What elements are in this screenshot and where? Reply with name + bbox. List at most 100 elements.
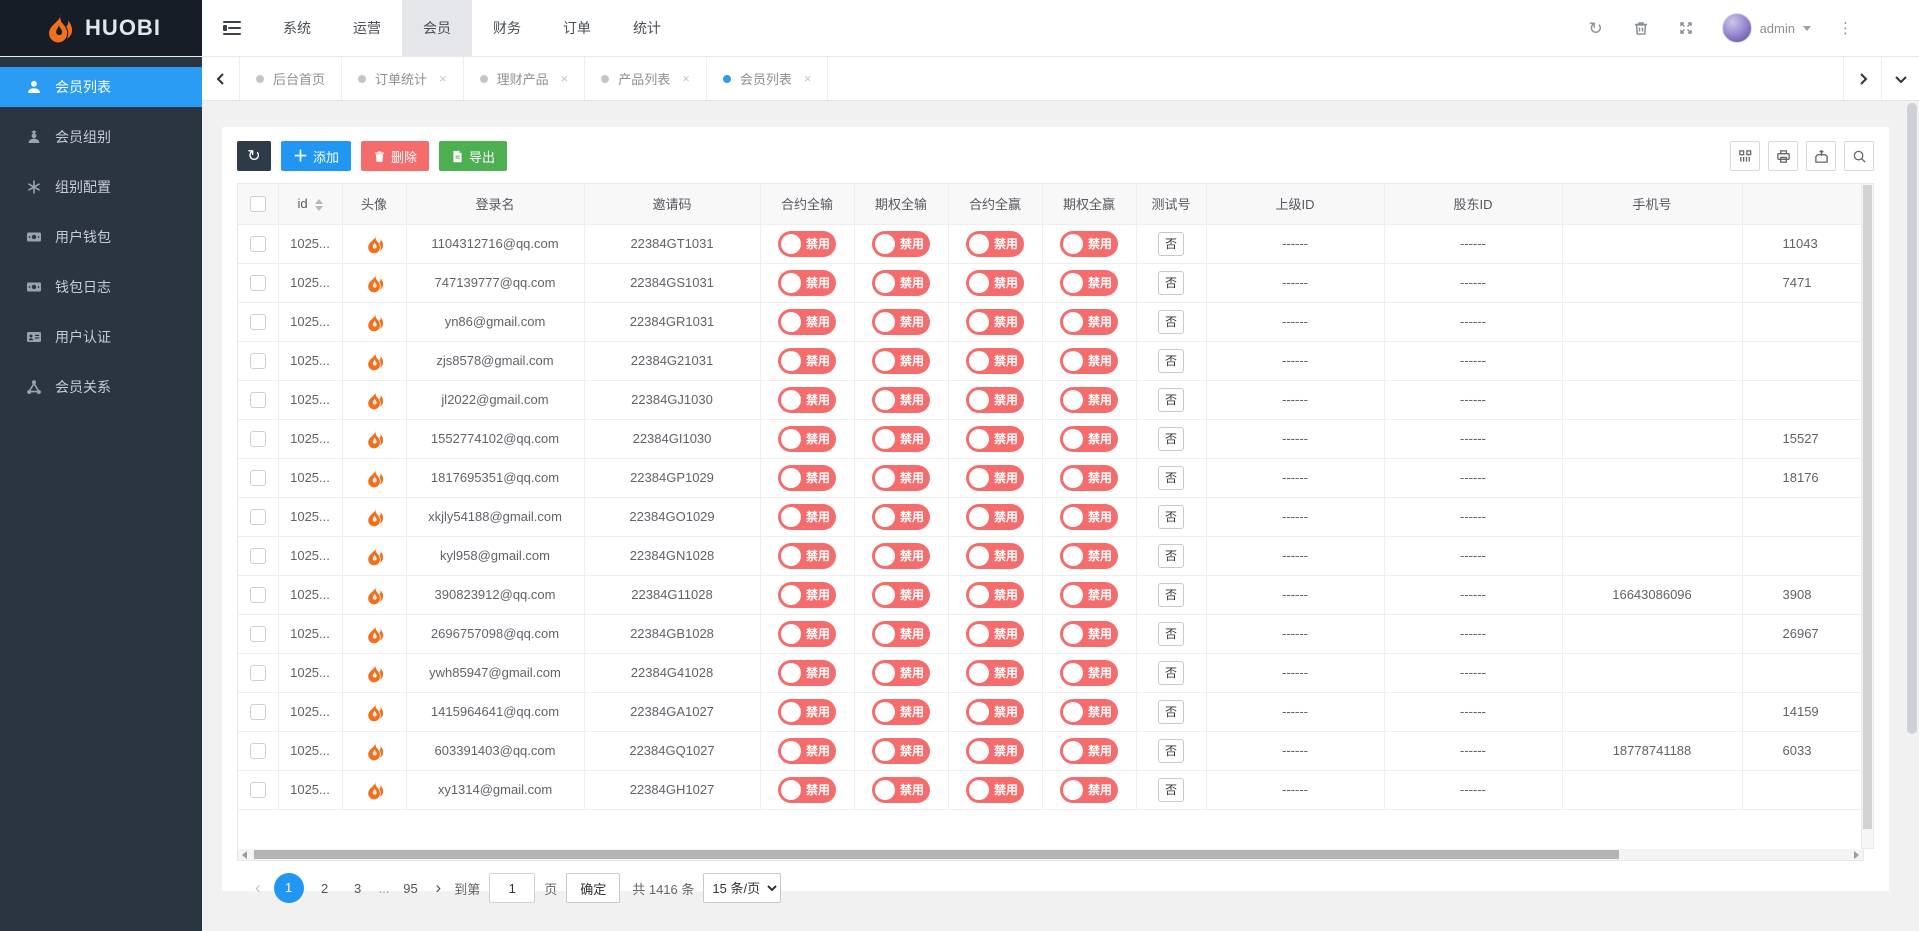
- columns-filter-button[interactable]: [1730, 141, 1760, 171]
- row-checkbox[interactable]: [250, 704, 266, 720]
- contract-win-toggle[interactable]: 禁用: [966, 465, 1024, 491]
- option-lose-toggle[interactable]: 禁用: [872, 426, 930, 452]
- contract-win-toggle[interactable]: 禁用: [966, 777, 1024, 803]
- option-lose-toggle[interactable]: 禁用: [872, 660, 930, 686]
- option-win-toggle[interactable]: 禁用: [1060, 738, 1118, 764]
- option-win-toggle[interactable]: 禁用: [1060, 309, 1118, 335]
- contract-win-toggle[interactable]: 禁用: [966, 387, 1024, 413]
- search-button[interactable]: [1844, 141, 1874, 171]
- option-win-toggle[interactable]: 禁用: [1060, 660, 1118, 686]
- contract-lose-toggle[interactable]: 禁用: [778, 738, 836, 764]
- test-account-button[interactable]: 否: [1158, 349, 1184, 373]
- contract-lose-toggle[interactable]: 禁用: [778, 465, 836, 491]
- row-checkbox[interactable]: [250, 509, 266, 525]
- option-win-toggle[interactable]: 禁用: [1060, 699, 1118, 725]
- option-win-toggle[interactable]: 禁用: [1060, 348, 1118, 374]
- contract-lose-toggle[interactable]: 禁用: [778, 660, 836, 686]
- select-all-checkbox[interactable]: [250, 196, 266, 212]
- table-horizontal-scrollbar[interactable]: [237, 849, 1864, 861]
- sidebar-item-user-wallet[interactable]: 用户钱包: [0, 217, 202, 257]
- option-win-toggle[interactable]: 禁用: [1060, 621, 1118, 647]
- option-lose-toggle[interactable]: 禁用: [872, 309, 930, 335]
- next-page-button[interactable]: ›: [432, 878, 446, 898]
- option-lose-toggle[interactable]: 禁用: [872, 270, 930, 296]
- close-icon[interactable]: ×: [561, 71, 569, 86]
- option-lose-toggle[interactable]: 禁用: [872, 699, 930, 725]
- sidebar-item-group-config[interactable]: 组别配置: [0, 167, 202, 207]
- row-checkbox[interactable]: [250, 431, 266, 447]
- tabs-scroll-right-button[interactable]: [1843, 57, 1881, 100]
- row-checkbox[interactable]: [250, 392, 266, 408]
- contract-win-toggle[interactable]: 禁用: [966, 582, 1024, 608]
- tab-member-list[interactable]: 会员列表×: [707, 57, 829, 100]
- option-win-toggle[interactable]: 禁用: [1060, 504, 1118, 530]
- close-icon[interactable]: ×: [804, 71, 812, 86]
- tab-home[interactable]: 后台首页: [240, 57, 342, 100]
- close-icon[interactable]: ×: [439, 71, 447, 86]
- confirm-goto-button[interactable]: 确定: [566, 873, 620, 903]
- test-account-button[interactable]: 否: [1158, 466, 1184, 490]
- option-win-toggle[interactable]: 禁用: [1060, 270, 1118, 296]
- contract-win-toggle[interactable]: 禁用: [966, 660, 1024, 686]
- export-button[interactable]: 导出: [439, 141, 507, 171]
- contract-win-toggle[interactable]: 禁用: [966, 738, 1024, 764]
- tab-finance-product[interactable]: 理财产品×: [464, 57, 586, 100]
- sidebar-item-member-relations[interactable]: 会员关系: [0, 367, 202, 407]
- row-checkbox[interactable]: [250, 743, 266, 759]
- row-checkbox[interactable]: [250, 626, 266, 642]
- contract-win-toggle[interactable]: 禁用: [966, 699, 1024, 725]
- option-lose-toggle[interactable]: 禁用: [872, 777, 930, 803]
- goto-page-input[interactable]: [489, 873, 535, 903]
- test-account-button[interactable]: 否: [1158, 778, 1184, 802]
- column-id[interactable]: id: [278, 184, 342, 224]
- contract-win-toggle[interactable]: 禁用: [966, 348, 1024, 374]
- contract-lose-toggle[interactable]: 禁用: [778, 777, 836, 803]
- scroll-left-arrow-icon[interactable]: [238, 849, 251, 860]
- contract-lose-toggle[interactable]: 禁用: [778, 699, 836, 725]
- option-lose-toggle[interactable]: 禁用: [872, 231, 930, 257]
- contract-win-toggle[interactable]: 禁用: [966, 426, 1024, 452]
- row-checkbox[interactable]: [250, 782, 266, 798]
- contract-win-toggle[interactable]: 禁用: [966, 621, 1024, 647]
- option-win-toggle[interactable]: 禁用: [1060, 465, 1118, 491]
- fullscreen-icon[interactable]: [1677, 19, 1695, 37]
- export-data-button[interactable]: [1806, 141, 1836, 171]
- option-lose-toggle[interactable]: 禁用: [872, 387, 930, 413]
- test-account-button[interactable]: 否: [1158, 271, 1184, 295]
- test-account-button[interactable]: 否: [1158, 661, 1184, 685]
- option-win-toggle[interactable]: 禁用: [1060, 426, 1118, 452]
- row-checkbox[interactable]: [250, 275, 266, 291]
- add-member-button[interactable]: ＋添加: [281, 141, 351, 171]
- row-checkbox[interactable]: [250, 665, 266, 681]
- contract-lose-toggle[interactable]: 禁用: [778, 231, 836, 257]
- contract-win-toggle[interactable]: 禁用: [966, 504, 1024, 530]
- option-lose-toggle[interactable]: 禁用: [872, 621, 930, 647]
- option-win-toggle[interactable]: 禁用: [1060, 231, 1118, 257]
- horizontal-scroll-thumb[interactable]: [254, 850, 1619, 859]
- row-checkbox[interactable]: [250, 587, 266, 603]
- prev-page-button[interactable]: ‹: [251, 878, 265, 898]
- test-account-button[interactable]: 否: [1158, 583, 1184, 607]
- nav-item-member[interactable]: 会员: [402, 0, 472, 56]
- scroll-right-arrow-icon[interactable]: [1850, 849, 1863, 860]
- test-account-button[interactable]: 否: [1158, 232, 1184, 256]
- test-account-button[interactable]: 否: [1158, 427, 1184, 451]
- contract-win-toggle[interactable]: 禁用: [966, 270, 1024, 296]
- sidebar-collapse-button[interactable]: [202, 0, 262, 56]
- option-lose-toggle[interactable]: 禁用: [872, 582, 930, 608]
- page-button-2[interactable]: 2: [313, 881, 337, 896]
- sidebar-item-wallet-log[interactable]: 钱包日志: [0, 267, 202, 307]
- sidebar-item-user-verify[interactable]: 用户认证: [0, 317, 202, 357]
- contract-win-toggle[interactable]: 禁用: [966, 543, 1024, 569]
- tab-order-stats[interactable]: 订单统计×: [342, 57, 464, 100]
- contract-lose-toggle[interactable]: 禁用: [778, 621, 836, 647]
- test-account-button[interactable]: 否: [1158, 622, 1184, 646]
- refresh-table-button[interactable]: ↻: [237, 141, 271, 171]
- option-lose-toggle[interactable]: 禁用: [872, 348, 930, 374]
- nav-item-statistics[interactable]: 统计: [612, 0, 682, 56]
- test-account-button[interactable]: 否: [1158, 739, 1184, 763]
- contract-lose-toggle[interactable]: 禁用: [778, 504, 836, 530]
- row-checkbox[interactable]: [250, 236, 266, 252]
- test-account-button[interactable]: 否: [1158, 388, 1184, 412]
- tabs-menu-button[interactable]: [1881, 57, 1919, 100]
